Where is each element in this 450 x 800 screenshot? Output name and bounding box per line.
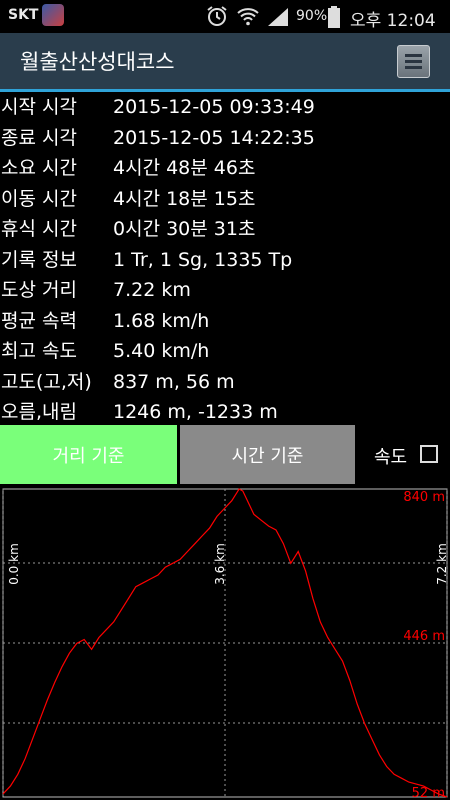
speed-checkbox[interactable] xyxy=(420,445,438,463)
battery-icon xyxy=(328,6,340,28)
menu-button[interactable] xyxy=(397,45,430,78)
page-title: 월출산산성대코스 xyxy=(20,50,175,74)
summary-row: 도상 거리 7.22 km xyxy=(0,275,450,306)
time-basis-button[interactable]: 시간 기준 xyxy=(180,425,355,484)
summary-row: 이동 시간 4시간 18분 15초 xyxy=(0,184,450,215)
summary-value: 7.22 km xyxy=(113,279,191,301)
elevation-chart: 0.0 km 3.6 km 7.2 km 840 m 446 m 52 m xyxy=(2,488,449,800)
summary-label: 오름,내림 xyxy=(1,401,77,423)
summary-row: 시작 시각 2015-12-05 09:33:49 xyxy=(0,92,450,123)
summary-value: 4시간 48분 46초 xyxy=(113,157,256,179)
summary-label: 평균 속력 xyxy=(1,309,77,332)
battery-percentage: 90% xyxy=(296,8,328,24)
summary-label: 휴식 시간 xyxy=(1,218,77,240)
clock: 오후 12:04 xyxy=(350,11,436,31)
y-tick-label: 52 m xyxy=(412,786,445,800)
summary-row: 최고 속도 5.40 km/h xyxy=(0,336,450,367)
carrier-label: SKT xyxy=(8,7,39,23)
summary-value: 0시간 30분 31초 xyxy=(113,218,256,240)
speed-label: 속도 xyxy=(374,447,408,468)
summary-value: 1246 m, -1233 m xyxy=(113,401,278,423)
summary-label: 이동 시간 xyxy=(1,187,77,210)
x-tick-label: 0.0 km xyxy=(7,543,21,585)
summary-row: 소요 시간 4시간 48분 46초 xyxy=(0,153,450,184)
distance-basis-button[interactable]: 거리 기준 xyxy=(0,425,177,484)
y-tick-label: 446 m xyxy=(403,629,445,644)
summary-row: 고도(고,저) 837 m, 56 m xyxy=(0,367,450,398)
wifi-icon xyxy=(237,8,259,26)
summary-value: 837 m, 56 m xyxy=(113,370,235,393)
summary-label: 기록 정보 xyxy=(1,248,77,271)
summary-row: 종료 시각 2015-12-05 14:22:35 xyxy=(0,123,450,154)
app-notification-icon xyxy=(42,4,64,26)
menu-icon-line xyxy=(405,60,422,63)
summary-value: 1.68 km/h xyxy=(113,309,210,332)
summary-label: 소요 시간 xyxy=(1,157,77,179)
summary-label: 종료 시각 xyxy=(1,126,77,149)
menu-icon xyxy=(405,54,422,57)
track-summary: 시작 시각 2015-12-05 09:33:49 종료 시각 2015-12-05… xyxy=(0,92,450,428)
summary-label: 최고 속도 xyxy=(1,340,77,362)
x-tick-label: 7.2 km xyxy=(435,543,449,585)
menu-icon-line xyxy=(405,66,422,69)
summary-value: 4시간 18분 15초 xyxy=(113,187,256,210)
x-tick-label: 3.6 km xyxy=(213,543,227,585)
summary-row: 기록 정보 1 Tr, 1 Sg, 1335 Tp xyxy=(0,245,450,276)
summary-row: 휴식 시간 0시간 30분 31초 xyxy=(0,214,450,245)
summary-value: 1 Tr, 1 Sg, 1335 Tp xyxy=(113,248,293,271)
summary-value: 2015-12-05 14:22:35 xyxy=(113,126,315,149)
title-bar: 월출산산성대코스 xyxy=(0,33,450,92)
summary-value: 2015-12-05 09:33:49 xyxy=(113,96,315,118)
alarm-icon xyxy=(207,6,227,26)
summary-label: 도상 거리 xyxy=(1,279,77,301)
signal-icon xyxy=(268,8,288,26)
summary-row: 평균 속력 1.68 km/h xyxy=(0,306,450,337)
y-tick-label: 840 m xyxy=(403,490,445,505)
status-bar: SKT 90% 오후 12:04 xyxy=(0,0,450,33)
summary-label: 시작 시각 xyxy=(1,96,77,118)
summary-row: 오름,내림 1246 m, -1233 m xyxy=(0,397,450,428)
summary-label: 고도(고,저) xyxy=(1,370,92,393)
summary-value: 5.40 km/h xyxy=(113,340,210,362)
